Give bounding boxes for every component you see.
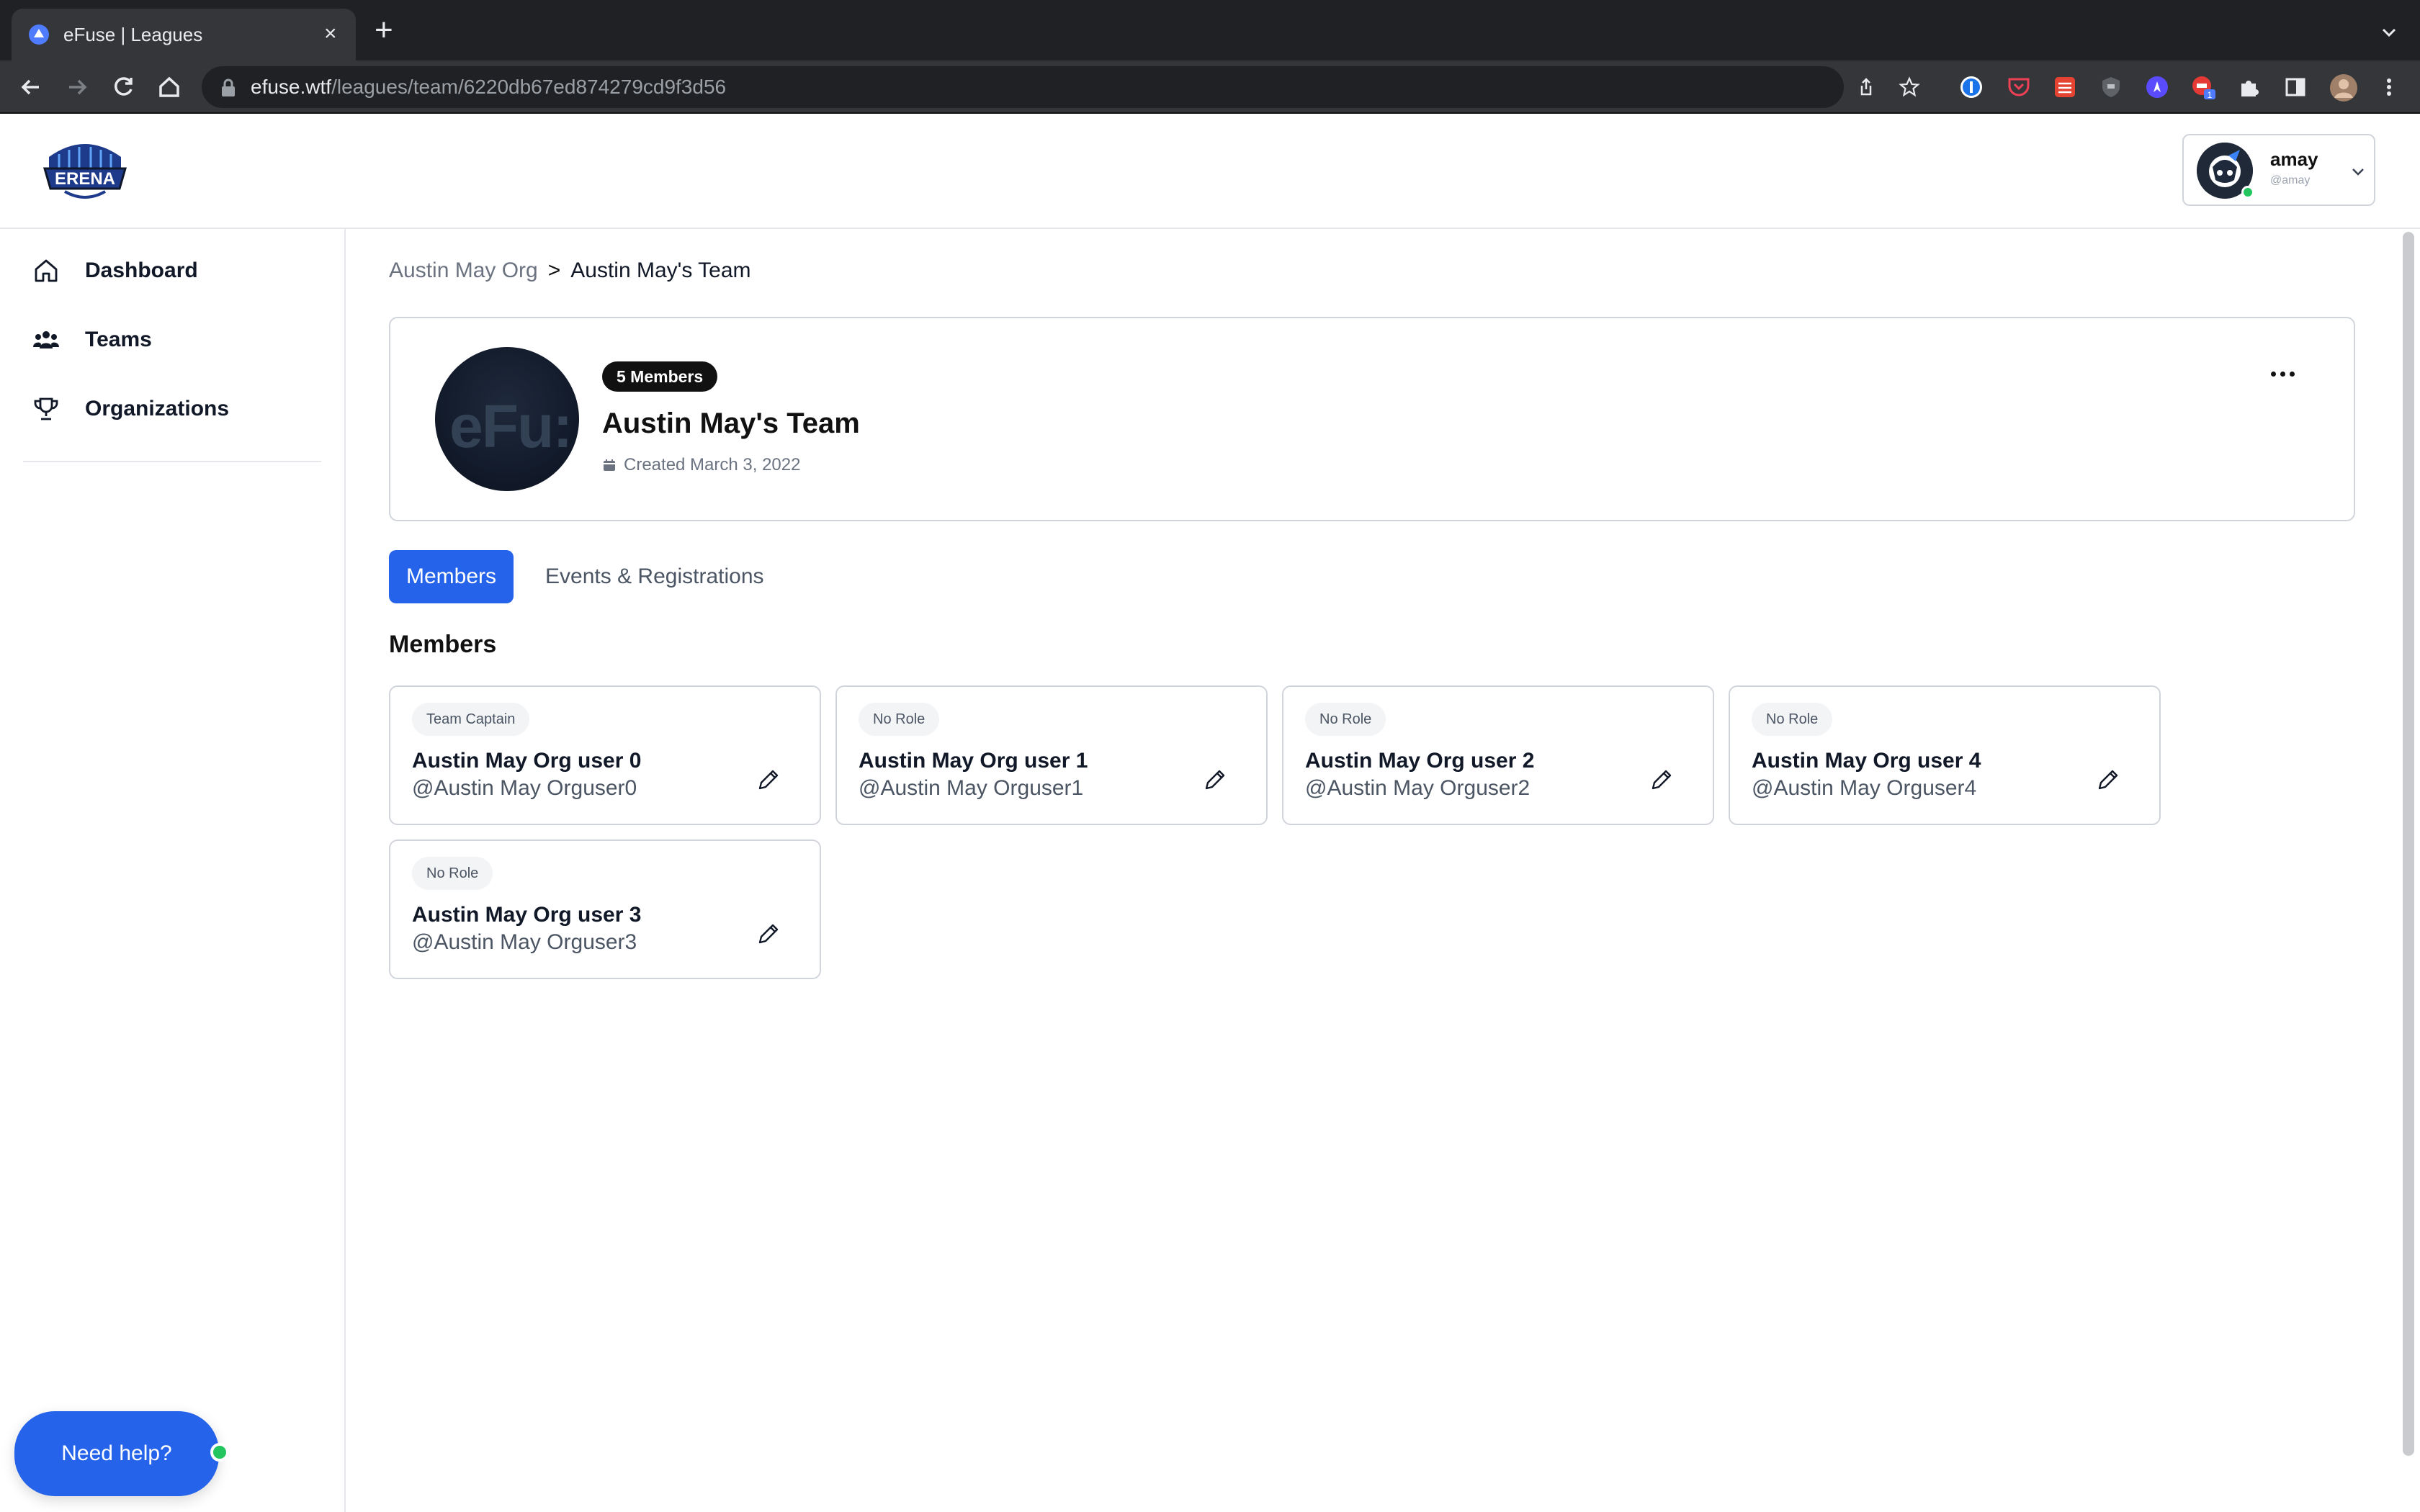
home-icon xyxy=(35,259,58,282)
back-arrow-icon[interactable] xyxy=(16,72,46,102)
member-card: No Role Austin May Org user 4 @Austin Ma… xyxy=(1729,685,2161,825)
team-avatar-text-a: eF xyxy=(449,392,519,460)
pencil-edit-icon[interactable] xyxy=(2093,766,2122,795)
member-handle: @Austin May Orguser0 xyxy=(412,776,637,800)
browser-tab-bar: eFuse | Leagues × + xyxy=(0,0,2420,60)
breadcrumb-separator: > xyxy=(547,258,561,282)
team-avatar-watermark: eFu: xyxy=(449,392,573,462)
pocket-extension-icon[interactable] xyxy=(2007,75,2031,99)
side-panel-icon[interactable] xyxy=(2283,75,2308,99)
forward-arrow-icon[interactable] xyxy=(62,72,92,102)
member-card: No Role Austin May Org user 1 @Austin Ma… xyxy=(835,685,1268,825)
more-dot-icon xyxy=(2289,371,2295,377)
erena-logo[interactable]: ERENA xyxy=(40,135,130,207)
extension-badge-count: 1 xyxy=(2208,90,2213,99)
tab-title: eFuse | Leagues xyxy=(63,24,203,45)
member-handle: @Austin May Orguser1 xyxy=(859,776,1084,800)
member-card: No Role Austin May Org user 2 @Austin Ma… xyxy=(1282,685,1714,825)
member-card: Team Captain Austin May Org user 0 @Aust… xyxy=(389,685,821,825)
team-created-date: Created March 3, 2022 xyxy=(602,455,800,475)
breadcrumb-parent-link[interactable]: Austin May Org xyxy=(389,256,538,285)
shield-extension-icon[interactable] xyxy=(2099,75,2123,99)
notification-extension-icon[interactable]: 1 xyxy=(2191,75,2215,99)
page-scrollbar[interactable] xyxy=(2403,232,2414,1456)
team-avatar-text-b: u: xyxy=(517,392,573,460)
members-section-title: Members xyxy=(389,631,497,658)
bookmark-star-icon[interactable] xyxy=(1899,76,1920,98)
browser-tab[interactable]: eFuse | Leagues × xyxy=(12,9,356,60)
reload-icon[interactable] xyxy=(108,72,138,102)
lock-icon[interactable] xyxy=(220,78,236,97)
arrow-extension-icon[interactable] xyxy=(2145,75,2169,99)
users-icon xyxy=(33,331,59,348)
member-name: Austin May Org user 4 xyxy=(1752,749,1981,773)
user-handle: @amay xyxy=(2270,174,2311,186)
online-status-dot xyxy=(2241,186,2254,199)
team-tabs: Members Events & Registrations xyxy=(389,550,781,603)
role-badge: No Role xyxy=(859,703,940,736)
user-name: amay xyxy=(2270,148,2318,170)
tab-search-chevron-icon[interactable] xyxy=(2378,22,2400,43)
member-name: Austin May Org user 1 xyxy=(859,749,1088,773)
app-header: ERENA amay @amay xyxy=(0,114,2420,229)
url-host: efuse.wtf xyxy=(251,76,332,98)
pencil-edit-icon[interactable] xyxy=(1200,766,1229,795)
profile-avatar-icon[interactable] xyxy=(2329,73,2358,102)
sidebar-item-label: Organizations xyxy=(85,397,230,420)
member-name: Austin May Org user 0 xyxy=(412,749,642,773)
user-menu-button[interactable]: amay @amay xyxy=(2182,134,2375,206)
logo-text: ERENA xyxy=(55,169,115,189)
member-name: Austin May Org user 3 xyxy=(412,903,642,927)
home-browser-icon[interactable] xyxy=(154,72,184,102)
pencil-edit-icon[interactable] xyxy=(1646,766,1675,795)
team-header-card: eFu: 5 Members Austin May's Team Created… xyxy=(389,317,2355,521)
address-bar[interactable]: efuse.wtf/leagues/team/6220db67ed874279c… xyxy=(202,66,1920,108)
members-count-badge: 5 Members xyxy=(602,361,718,392)
tab-close-icon[interactable]: × xyxy=(324,22,337,46)
pencil-edit-icon[interactable] xyxy=(753,920,782,949)
sidebar: Dashboard Teams Organizations xyxy=(0,229,346,1512)
role-badge: No Role xyxy=(412,857,493,890)
sidebar-item-label: Teams xyxy=(85,328,152,351)
share-icon[interactable] xyxy=(1855,76,1877,98)
role-badge: No Role xyxy=(1752,703,1833,736)
puzzle-extensions-icon[interactable] xyxy=(2237,75,2262,99)
password-manager-extension-icon[interactable] xyxy=(1959,75,1984,99)
sidebar-item-teams[interactable]: Teams xyxy=(22,317,324,363)
url-text[interactable]: efuse.wtf/leagues/team/6220db67ed874279c… xyxy=(251,75,726,99)
help-online-dot xyxy=(210,1443,229,1462)
calendar-icon xyxy=(604,459,615,471)
team-avatar: eFu: xyxy=(435,347,579,491)
member-handle: @Austin May Orguser4 xyxy=(1752,776,1977,800)
member-handle: @Austin May Orguser2 xyxy=(1305,776,1531,800)
member-handle: @Austin May Orguser3 xyxy=(412,930,637,954)
tab-events-registrations[interactable]: Events & Registrations xyxy=(528,550,781,603)
todoist-extension-icon[interactable] xyxy=(2053,75,2077,99)
created-text: Created March 3, 2022 xyxy=(624,455,801,474)
sidebar-item-dashboard[interactable]: Dashboard xyxy=(22,248,324,294)
member-card: No Role Austin May Org user 3 @Austin Ma… xyxy=(389,840,821,979)
trophy-icon xyxy=(34,397,58,420)
team-name: Austin May's Team xyxy=(602,408,860,439)
more-dot-icon xyxy=(2280,371,2285,377)
need-help-button[interactable]: Need help? xyxy=(14,1411,219,1496)
more-options-button[interactable] xyxy=(2263,361,2302,386)
breadcrumb: Austin May Org > Austin May's Team xyxy=(389,256,751,285)
chevron-down-icon xyxy=(2352,168,2364,176)
pencil-edit-icon[interactable] xyxy=(753,766,782,795)
new-tab-button[interactable]: + xyxy=(375,14,393,46)
tab-members[interactable]: Members xyxy=(389,550,514,603)
role-badge: No Role xyxy=(1305,703,1386,736)
role-badge: Team Captain xyxy=(412,703,530,736)
more-dot-icon xyxy=(2270,371,2276,377)
browser-menu-icon[interactable] xyxy=(2377,75,2401,99)
sidebar-item-label: Dashboard xyxy=(85,258,198,282)
sidebar-divider xyxy=(23,461,321,462)
url-path: /leagues/team/6220db67ed874279cd9f3d56 xyxy=(331,76,727,98)
breadcrumb-current: Austin May's Team xyxy=(570,258,751,282)
browser-toolbar: efuse.wtf/leagues/team/6220db67ed874279c… xyxy=(0,60,2420,114)
sidebar-item-organizations[interactable]: Organizations xyxy=(22,386,324,432)
member-name: Austin May Org user 2 xyxy=(1305,749,1535,773)
efuse-favicon-icon xyxy=(29,24,49,45)
